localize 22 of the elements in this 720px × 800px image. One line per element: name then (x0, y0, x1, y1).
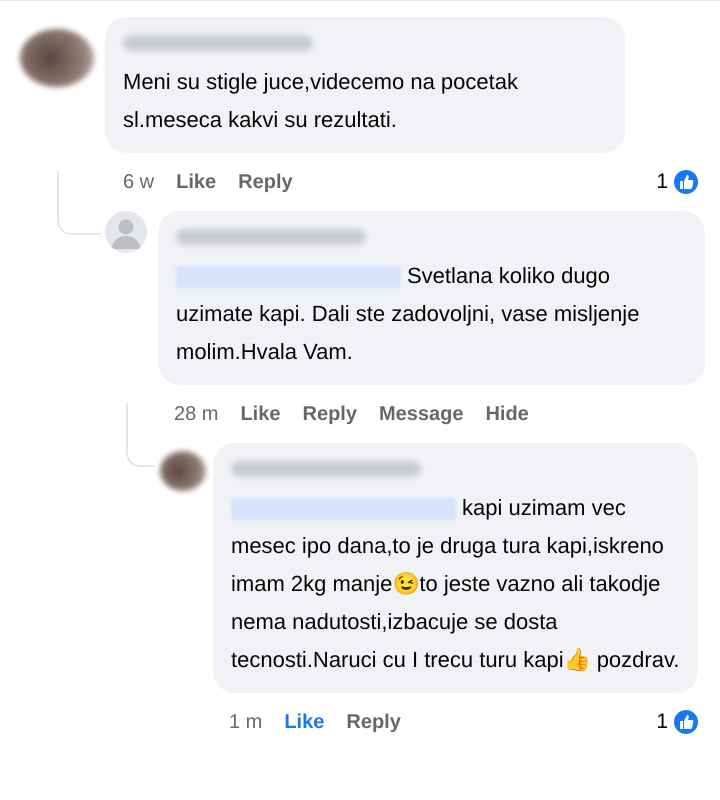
thumbs-up-icon[interactable] (672, 168, 700, 196)
thread-line (126, 403, 154, 467)
avatar-photo[interactable] (20, 29, 94, 87)
reaction-count: 1 (656, 170, 668, 194)
comment-text: kapi uzimam vec mesec ipo dana,to je druga tura kapi,iskreno imam 2kg manje😉to jeste vazno ali takodje nema nadutosti,izbacuje se dosta tecnosti.Naruci cu I trecu turu kapi👍 pozdrav. (231, 494, 680, 674)
message-link[interactable]: Message (378, 402, 464, 426)
thumbs-up-icon[interactable] (672, 708, 700, 736)
reply-link[interactable]: Reply (346, 710, 401, 734)
reply-link[interactable]: Reply (238, 170, 293, 194)
comment-time[interactable]: 1 m (229, 710, 262, 734)
reaction-count: 1 (656, 710, 668, 734)
like-link[interactable]: Like (240, 402, 280, 426)
avatar-photo[interactable] (160, 451, 206, 491)
comment-text: Meni su stigle juce,videcemo na pocetak sl.meseca kakvi su rezultati. (123, 68, 519, 134)
like-link[interactable]: Like (176, 170, 216, 194)
reply-link[interactable]: Reply (302, 402, 357, 426)
comment-time[interactable]: 28 m (174, 402, 218, 426)
comment-time[interactable]: 6 w (123, 170, 154, 194)
like-link[interactable]: Like (284, 710, 324, 734)
hide-link[interactable]: Hide (485, 402, 529, 426)
comment-text: Svetlana koliko dugo uzimate kapi. Dali ste zadovoljni, vase misljenje molim.Hvala Vam. (176, 262, 640, 366)
thread-line (57, 171, 101, 235)
